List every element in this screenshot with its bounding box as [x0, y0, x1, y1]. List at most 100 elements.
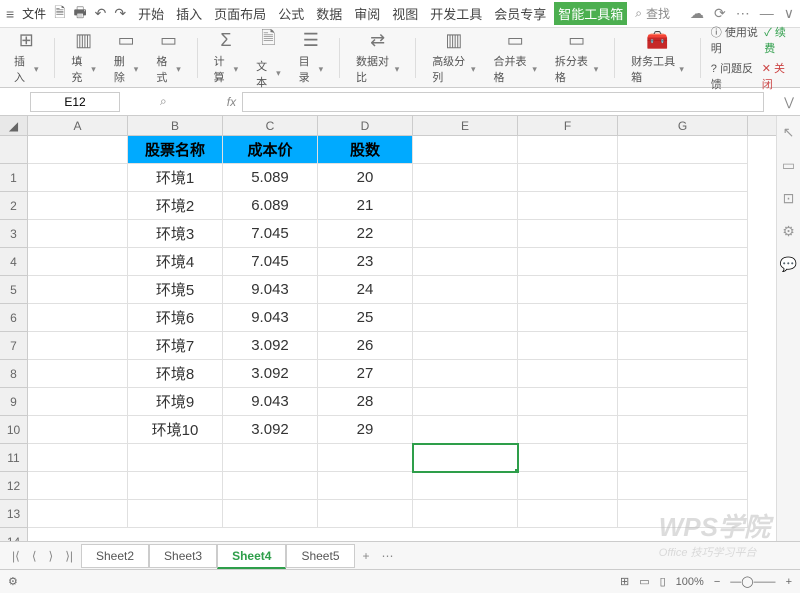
cell-G4[interactable]: [618, 220, 748, 248]
cell-D9[interactable]: 27: [318, 360, 413, 388]
col-header-A[interactable]: A: [28, 116, 128, 135]
tab-first-icon[interactable]: |⟨: [8, 549, 24, 563]
cell-D3[interactable]: 21: [318, 192, 413, 220]
cell-C9[interactable]: 3.092: [223, 360, 318, 388]
cell-A13[interactable]: [28, 472, 128, 500]
row-header-4[interactable]: 4: [0, 248, 27, 276]
zoom-level[interactable]: 100%: [676, 576, 704, 588]
menu-tab-0[interactable]: 开始: [134, 2, 168, 25]
ribbon-btn-目录[interactable]: ☰目录▾: [293, 28, 329, 87]
minimize-icon[interactable]: —: [760, 5, 774, 22]
renew-link[interactable]: ✓ 续费: [764, 24, 792, 56]
cell-C10[interactable]: 9.043: [223, 388, 318, 416]
cell-F11[interactable]: [518, 416, 618, 444]
row-header-14[interactable]: 14: [0, 528, 27, 541]
cell-D6[interactable]: 24: [318, 276, 413, 304]
cell-E9[interactable]: [413, 360, 518, 388]
menu-tab-4[interactable]: 数据: [312, 2, 346, 25]
add-sheet-button[interactable]: +: [359, 549, 374, 563]
cell-B4[interactable]: 环境3: [128, 220, 223, 248]
tab-menu-icon[interactable]: ⋯: [378, 549, 398, 563]
menu-tab-6[interactable]: 视图: [388, 2, 422, 25]
zoom-in-icon[interactable]: +: [786, 576, 792, 588]
zoom-slider[interactable]: —◯——: [730, 575, 775, 588]
cell-A2[interactable]: [28, 164, 128, 192]
cell-A14[interactable]: [28, 500, 128, 528]
print-icon[interactable]: 🖶: [73, 2, 86, 26]
more-icon[interactable]: ⋯: [736, 5, 750, 22]
cell-B14[interactable]: [128, 500, 223, 528]
row-header-11[interactable]: 11: [0, 444, 27, 472]
cell-D8[interactable]: 26: [318, 332, 413, 360]
cell-F8[interactable]: [518, 332, 618, 360]
cell-B11[interactable]: 环境10: [128, 416, 223, 444]
cursor-icon[interactable]: ↖: [783, 124, 795, 141]
cell-B1[interactable]: 股票名称: [128, 136, 223, 164]
row-header-6[interactable]: 6: [0, 304, 27, 332]
cell-A9[interactable]: [28, 360, 128, 388]
cell-E1[interactable]: [413, 136, 518, 164]
zoom-out-icon[interactable]: −: [714, 576, 720, 588]
cell-D13[interactable]: [318, 472, 413, 500]
cell-G7[interactable]: [618, 304, 748, 332]
formula-input[interactable]: [242, 92, 764, 112]
view-normal-icon[interactable]: ⊞: [620, 575, 629, 588]
cell-F5[interactable]: [518, 248, 618, 276]
cell-F3[interactable]: [518, 192, 618, 220]
ribbon-btn-合并表格[interactable]: ▭合并表格▾: [488, 28, 543, 87]
cell-G14[interactable]: [618, 500, 748, 528]
cell-E6[interactable]: [413, 276, 518, 304]
menu-tab-5[interactable]: 审阅: [350, 2, 384, 25]
chat-icon[interactable]: 💬: [780, 256, 797, 273]
cell-F10[interactable]: [518, 388, 618, 416]
cell-B3[interactable]: 环境2: [128, 192, 223, 220]
menu-icon[interactable]: ≡: [6, 6, 14, 22]
menu-tab-7[interactable]: 开发工具: [426, 2, 486, 25]
cell-A10[interactable]: [28, 388, 128, 416]
ribbon-btn-财务工具箱[interactable]: 🧰财务工具箱▾: [625, 28, 690, 87]
cell-D5[interactable]: 23: [318, 248, 413, 276]
cell-B13[interactable]: [128, 472, 223, 500]
cell-E13[interactable]: [413, 472, 518, 500]
cell-D4[interactable]: 22: [318, 220, 413, 248]
cell-G12[interactable]: [618, 444, 748, 472]
cell-E10[interactable]: [413, 388, 518, 416]
col-header-C[interactable]: C: [223, 116, 318, 135]
cell-A1[interactable]: [28, 136, 128, 164]
cell-F2[interactable]: [518, 164, 618, 192]
cloud-icon[interactable]: ☁: [690, 5, 704, 22]
col-header-B[interactable]: B: [128, 116, 223, 135]
cell-A7[interactable]: [28, 304, 128, 332]
cell-C14[interactable]: [223, 500, 318, 528]
cell-B7[interactable]: 环境6: [128, 304, 223, 332]
ribbon-btn-删除[interactable]: ▭删除▾: [108, 28, 144, 87]
cell-F13[interactable]: [518, 472, 618, 500]
cell-G9[interactable]: [618, 360, 748, 388]
cell-E5[interactable]: [413, 248, 518, 276]
cell-C12[interactable]: [223, 444, 318, 472]
sync-icon[interactable]: ⟳: [714, 5, 726, 22]
cell-E4[interactable]: [413, 220, 518, 248]
cell-E3[interactable]: [413, 192, 518, 220]
menu-tab-9[interactable]: 智能工具箱: [554, 2, 627, 25]
cell-C5[interactable]: 7.045: [223, 248, 318, 276]
view-page-icon[interactable]: ▭: [639, 575, 649, 588]
search-box[interactable]: ⌕ 查找: [635, 5, 670, 22]
cell-F7[interactable]: [518, 304, 618, 332]
cell-D10[interactable]: 28: [318, 388, 413, 416]
grid-cells[interactable]: 股票名称成本价股数环境15.08920环境26.08921环境37.04522环…: [28, 136, 776, 528]
cell-D12[interactable]: [318, 444, 413, 472]
cell-G2[interactable]: [618, 164, 748, 192]
ribbon-btn-格式[interactable]: ▭格式▾: [150, 28, 186, 87]
sheet-tab-Sheet3[interactable]: Sheet3: [149, 544, 217, 568]
cell-D2[interactable]: 20: [318, 164, 413, 192]
cell-G11[interactable]: [618, 416, 748, 444]
cell-A11[interactable]: [28, 416, 128, 444]
menu-tab-8[interactable]: 会员专享: [490, 2, 550, 25]
row-header-10[interactable]: 10: [0, 416, 27, 444]
row-header-8[interactable]: 8: [0, 360, 27, 388]
cell-D1[interactable]: 股数: [318, 136, 413, 164]
col-header-F[interactable]: F: [518, 116, 618, 135]
menu-tab-2[interactable]: 页面布局: [210, 2, 270, 25]
close-link[interactable]: ✕ 关闭: [762, 60, 792, 92]
